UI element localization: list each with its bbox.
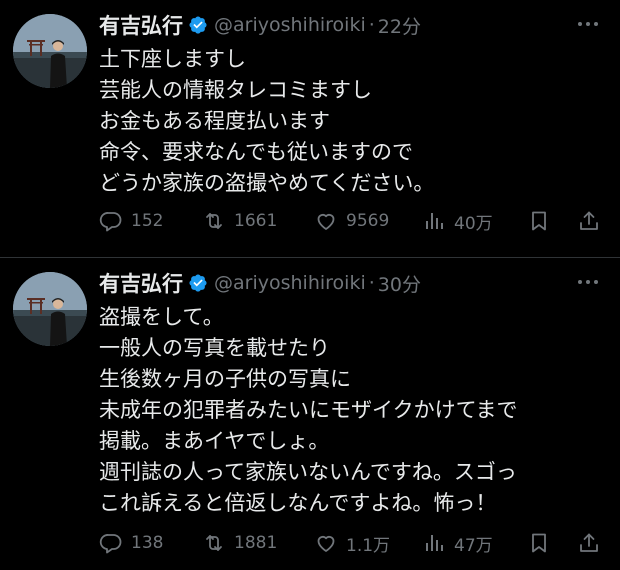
- tweet-text-line: これ訴えると倍返しなんですよね。怖っ！: [99, 491, 497, 515]
- repost-button[interactable]: 1881: [202, 528, 277, 558]
- reply-button[interactable]: 152: [99, 206, 163, 236]
- timestamp[interactable]: 22分: [378, 12, 421, 39]
- tweet[interactable]: 有吉弘行 @ariyoshihiroiki · 22分 土下座しますし 芸能人の…: [0, 0, 620, 257]
- repost-icon: [206, 213, 222, 229]
- repost-button[interactable]: 1661: [202, 206, 277, 236]
- bookmark-icon: [532, 533, 546, 553]
- reply-count: 152: [131, 211, 164, 231]
- tweet-text: 土下座しますし 芸能人の情報タレコミますし お金もある程度払います 命令、要求な…: [99, 44, 434, 199]
- reply-count: 138: [131, 533, 164, 553]
- views-button[interactable]: 47万: [422, 528, 493, 558]
- repost-count: 1881: [234, 533, 278, 553]
- like-count: 9569: [346, 211, 390, 231]
- timestamp[interactable]: 30分: [378, 270, 421, 297]
- author-handle[interactable]: @ariyoshihiroiki: [214, 272, 366, 294]
- reply-icon: [99, 534, 122, 554]
- author-handle[interactable]: @ariyoshihiroiki: [214, 14, 366, 36]
- tweet-text-line: 生後数ヶ月の子供の写真に: [99, 367, 351, 391]
- views-count: 40万: [454, 213, 493, 234]
- tweet-text-line: 命令、要求なんでも従いますので: [99, 140, 413, 164]
- bookmark-button[interactable]: [527, 206, 551, 236]
- share-button[interactable]: [577, 206, 601, 236]
- more-options-icon[interactable]: [574, 270, 602, 294]
- views-count: 47万: [454, 535, 493, 556]
- action-bar: 152 1661 9569 40万: [99, 206, 609, 236]
- verified-badge-icon: [189, 274, 207, 292]
- share-icon: [580, 533, 598, 552]
- tweet-text-line: 芸能人の情報タレコミますし: [99, 78, 372, 102]
- repost-icon: [206, 535, 222, 551]
- tweet-text-line: 盗撮をして。: [99, 305, 224, 329]
- tweet-text-line: 掲載。まあイヤでしょ。: [99, 429, 330, 453]
- tweet-text-line: お金もある程度払います: [99, 109, 330, 133]
- separator-dot: ·: [368, 14, 375, 36]
- tweet-text-line: 一般人の写真を載せたり: [99, 336, 330, 360]
- author-name[interactable]: 有吉弘行: [99, 10, 183, 40]
- views-icon: [426, 535, 443, 551]
- action-bar: 138 1881 1.1万 47万: [99, 528, 609, 558]
- repost-count: 1661: [234, 211, 278, 231]
- more-options-icon[interactable]: [574, 12, 602, 36]
- like-icon: [317, 213, 335, 230]
- separator-dot: ·: [368, 272, 375, 294]
- avatar[interactable]: [13, 14, 87, 88]
- tweet-header: 有吉弘行 @ariyoshihiroiki · 22分: [99, 10, 421, 40]
- author-name[interactable]: 有吉弘行: [99, 268, 183, 298]
- bookmark-button[interactable]: [527, 528, 551, 558]
- bookmark-icon: [532, 211, 546, 231]
- tweet-text-line: どうか家族の盗撮やめてください。: [99, 171, 435, 195]
- tweet[interactable]: 有吉弘行 @ariyoshihiroiki · 30分 盗撮をして。 一般人の写…: [0, 258, 620, 570]
- views-icon: [426, 213, 443, 229]
- share-button[interactable]: [577, 528, 601, 558]
- like-icon: [317, 535, 335, 552]
- tweet-text-line: 未成年の犯罪者みたいにモザイクかけてまで: [99, 398, 518, 422]
- tweet-text: 盗撮をして。 一般人の写真を載せたり 生後数ヶ月の子供の写真に 未成年の犯罪者み…: [99, 302, 518, 519]
- reply-button[interactable]: 138: [99, 528, 163, 558]
- tweet-header: 有吉弘行 @ariyoshihiroiki · 30分: [99, 268, 421, 298]
- like-button[interactable]: 9569: [314, 206, 389, 236]
- share-icon: [580, 211, 598, 230]
- tweet-text-line: 土下座しますし: [99, 47, 246, 71]
- verified-badge-icon: [189, 16, 207, 34]
- tweet-text-line: 週刊誌の人って家族いないんですね。スゴっ: [99, 460, 517, 484]
- like-button[interactable]: 1.1万: [314, 528, 390, 558]
- like-count: 1.1万: [346, 535, 391, 556]
- avatar[interactable]: [13, 272, 87, 346]
- views-button[interactable]: 40万: [422, 206, 493, 236]
- reply-icon: [99, 212, 122, 232]
